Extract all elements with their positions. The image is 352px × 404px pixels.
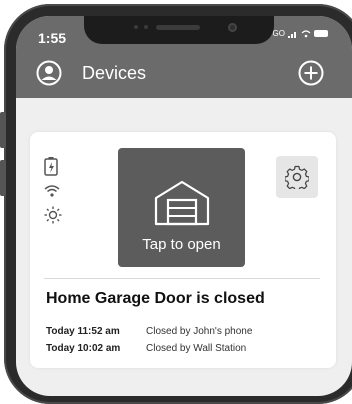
tap-to-open-button[interactable]: Tap to open bbox=[118, 148, 245, 267]
wifi-status-icon bbox=[301, 29, 311, 37]
notch-dot bbox=[134, 25, 138, 29]
status-time: 1:55 bbox=[38, 30, 67, 46]
add-device-button[interactable] bbox=[298, 60, 324, 86]
device-status-title: Home Garage Door is closed bbox=[46, 290, 265, 307]
battery-charging-icon bbox=[44, 157, 58, 176]
history-time: Today 10:02 am bbox=[46, 343, 121, 354]
volume-button bbox=[0, 112, 6, 148]
notch bbox=[84, 16, 274, 44]
open-button-label: Tap to open bbox=[142, 236, 221, 253]
profile-icon[interactable] bbox=[36, 60, 62, 86]
activity-history: Today 11:52 am Closed by John's phone To… bbox=[46, 323, 252, 357]
divider bbox=[44, 278, 320, 279]
app-header: 1:55 GO Devices bbox=[16, 16, 352, 98]
volume-button bbox=[0, 160, 6, 196]
signal-icon bbox=[288, 31, 296, 38]
notch-dot bbox=[144, 25, 148, 29]
history-row: Today 11:52 am Closed by John's phone bbox=[46, 323, 252, 340]
garage-door-icon bbox=[154, 180, 210, 226]
settings-button[interactable] bbox=[276, 156, 318, 198]
battery-icon bbox=[314, 30, 328, 37]
device-card: Tap to open Home Garage Door is closed T… bbox=[30, 132, 336, 368]
device-status-icons bbox=[44, 156, 66, 232]
notch-speaker bbox=[156, 25, 200, 30]
history-row: Today 10:02 am Closed by Wall Station bbox=[46, 340, 252, 357]
wifi-icon bbox=[44, 185, 60, 197]
phone-screen: 1:55 GO Devices Tap to open Home Garage … bbox=[16, 16, 352, 396]
page-title: Devices bbox=[82, 63, 147, 83]
history-time: Today 11:52 am bbox=[46, 326, 120, 337]
carrier-label: GO bbox=[272, 29, 285, 38]
gear-icon bbox=[285, 165, 309, 189]
camera-icon bbox=[228, 23, 237, 32]
sun-icon bbox=[44, 206, 62, 224]
status-indicators: GO bbox=[273, 29, 328, 38]
history-event: Closed by John's phone bbox=[146, 326, 253, 337]
history-event: Closed by Wall Station bbox=[146, 343, 247, 354]
